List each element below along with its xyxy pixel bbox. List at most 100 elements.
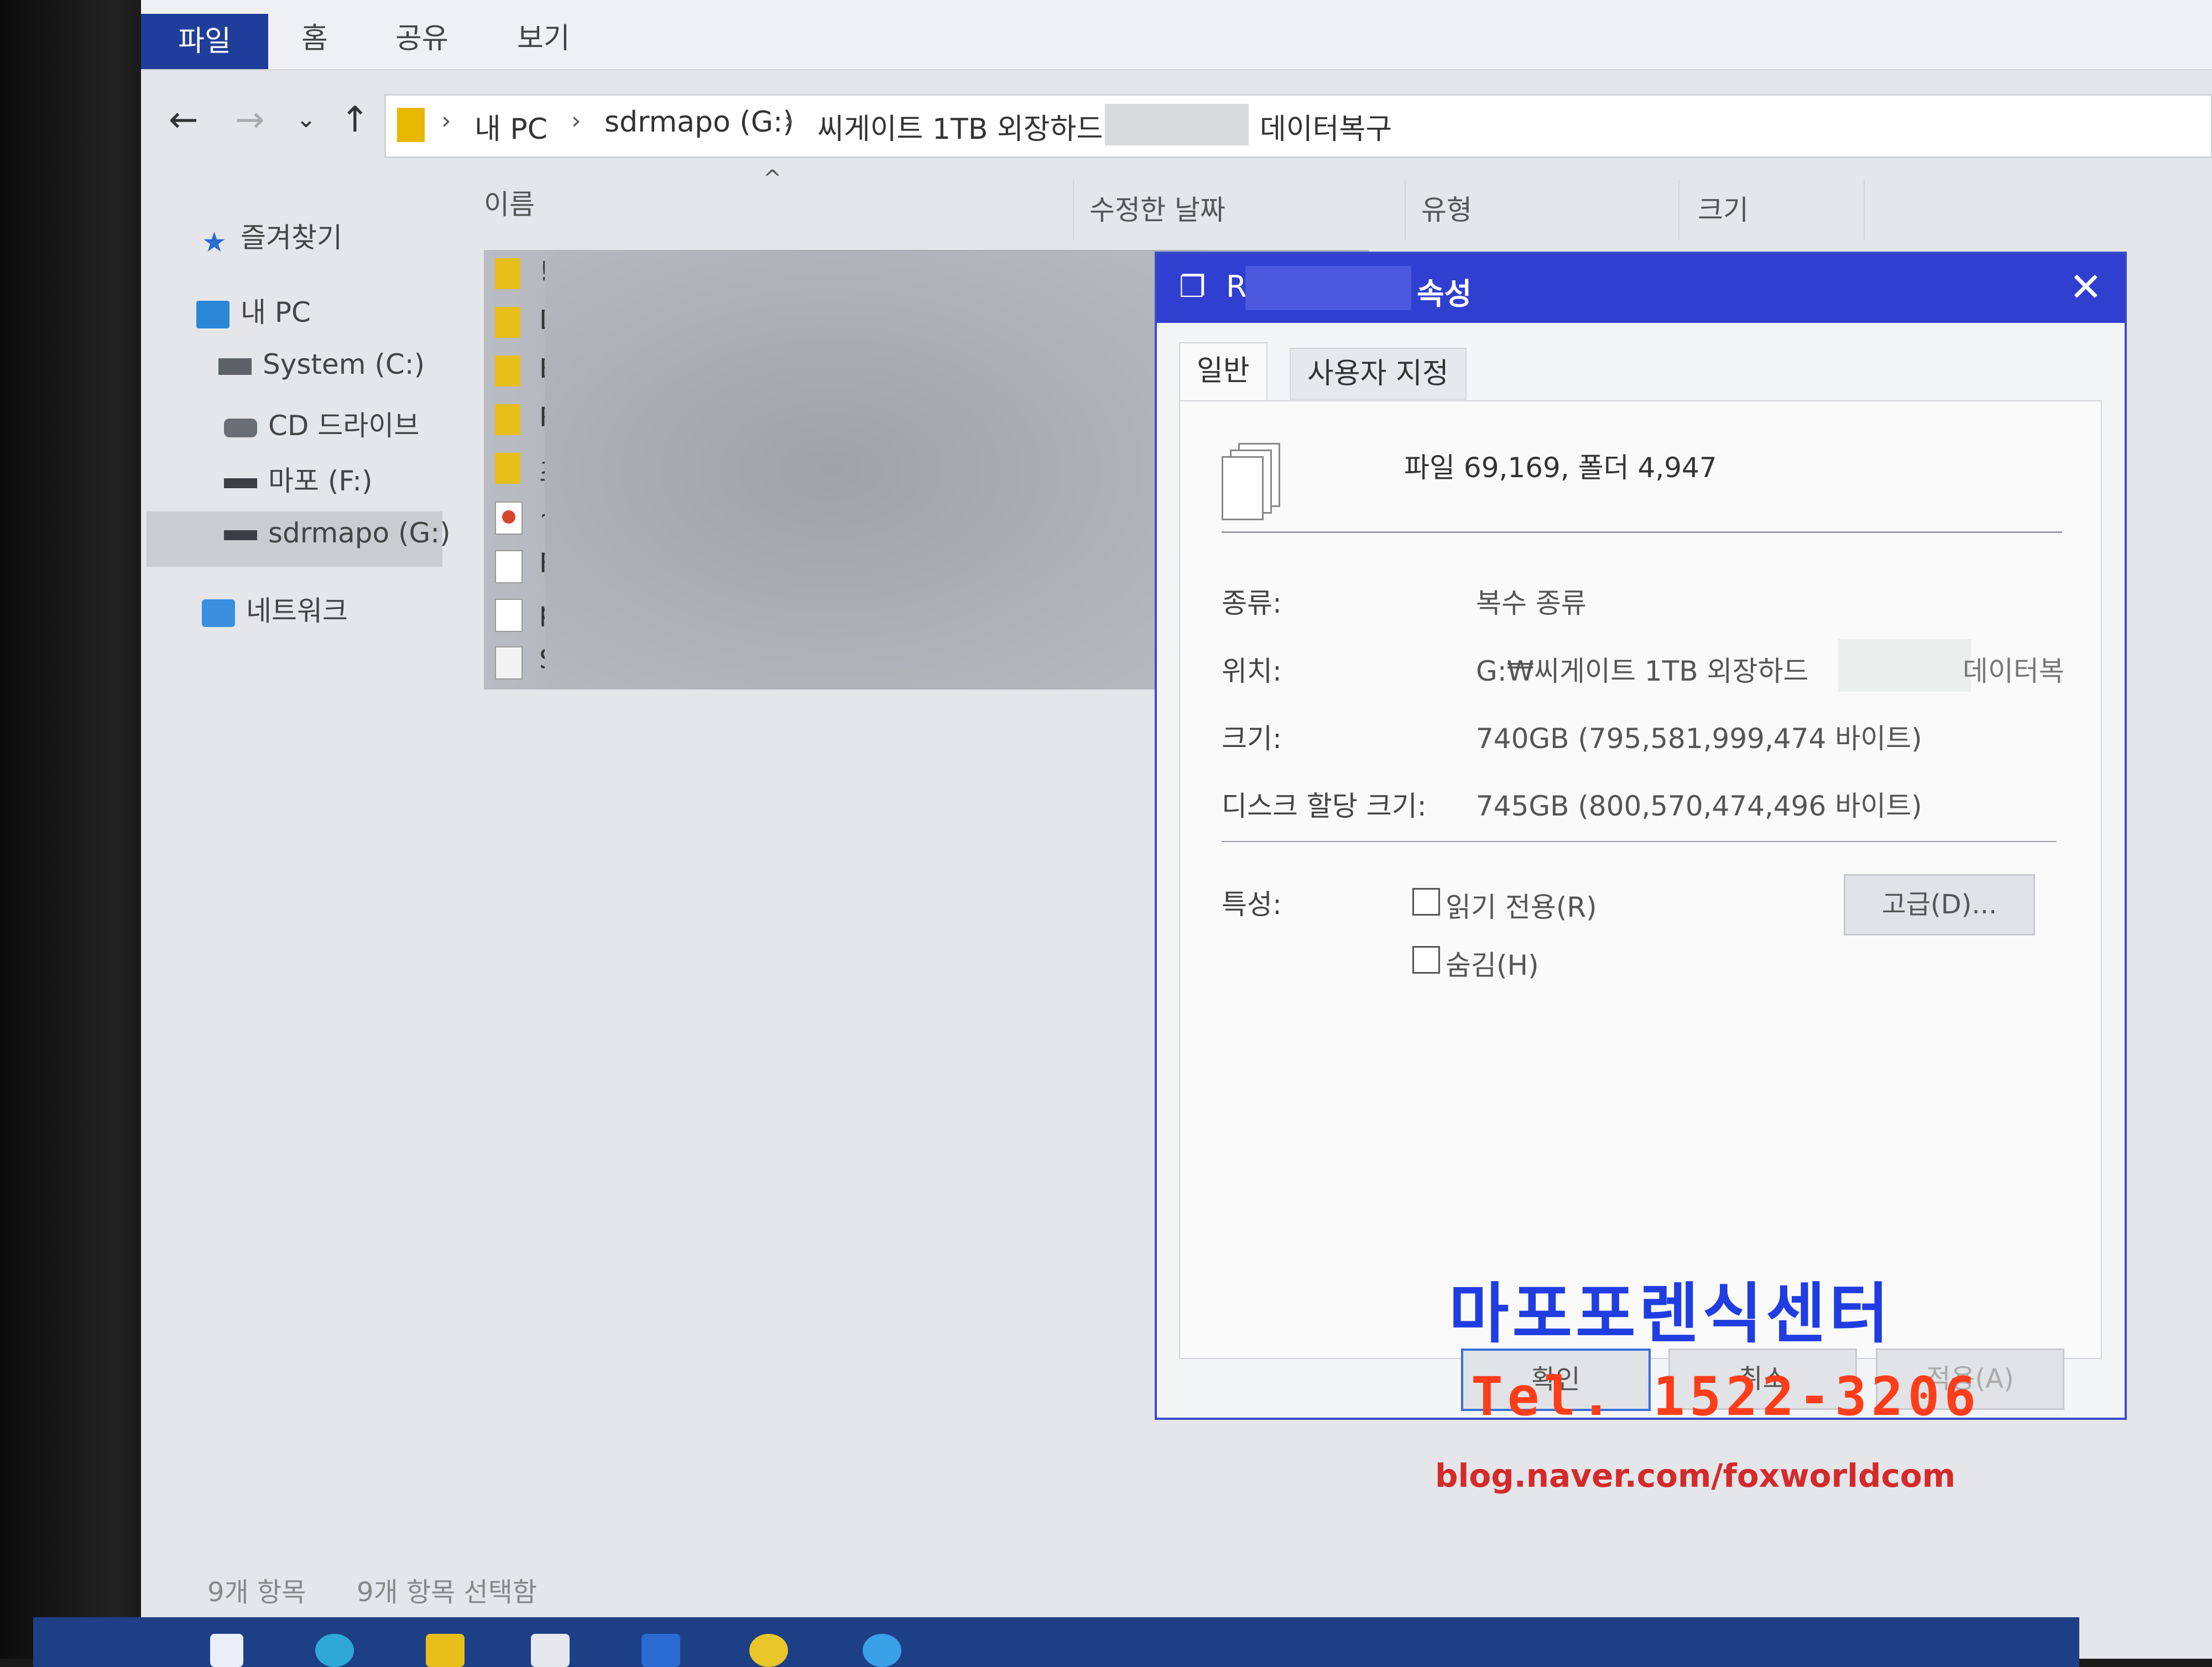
nav-item-label: 네트워크	[246, 595, 348, 627]
edge-icon[interactable]	[315, 1634, 354, 1667]
arrow-up-icon[interactable]: ↑	[340, 100, 370, 140]
folder-icon	[495, 356, 520, 386]
ribbon-tab-file[interactable]: 파일	[141, 14, 268, 69]
breadcrumb-separator-icon: ›	[784, 107, 794, 135]
column-header-size[interactable]: 크기	[1698, 188, 1749, 228]
nav-item-favorites[interactable]: ★ 즐겨찾기	[202, 216, 342, 258]
files-icon: ❐	[1179, 269, 1206, 304]
column-header-date[interactable]: 수정한 날짜	[1089, 188, 1225, 228]
nav-item-label: CD 드라이브	[268, 410, 420, 442]
disk-size-value: 745GB (800,570,474,496 바이트)	[1476, 790, 1922, 822]
breadcrumb-current[interactable]: 데이터복구	[1260, 106, 1392, 147]
nav-item-mapo-f[interactable]: 마포 (F:)	[224, 459, 373, 499]
navigation-pane: ★ 즐겨찾기 내 PC System (C:) CD 드라이브 마포 (F:) s…	[141, 171, 451, 1554]
folder-icon	[397, 108, 425, 142]
folder-icon	[495, 404, 520, 435]
hidden-label: 숨김(H)	[1446, 949, 1539, 981]
size-label: 크기:	[1222, 723, 1282, 755]
general-panel: 파일 69,169, 폴더 4,947 종류: 복수 종류 위치: G:₩씨게이…	[1179, 400, 2102, 1359]
status-selected-count: 9개 항목 선택함	[357, 1577, 538, 1608]
arrow-right-icon[interactable]: →	[235, 100, 265, 140]
column-header-type[interactable]: 유형	[1421, 188, 1472, 228]
type-label: 종류:	[1222, 587, 1282, 619]
nav-item-label: sdrmapo (G:)	[268, 517, 451, 549]
app-file-icon	[495, 501, 523, 535]
computer-icon	[196, 300, 229, 328]
disk-size-label: 디스크 할당 크기:	[1222, 790, 1427, 822]
windows-start-icon[interactable]	[210, 1634, 243, 1667]
network-icon	[202, 599, 235, 627]
breadcrumb-separator-icon: ›	[441, 107, 451, 135]
breadcrumb-my-pc[interactable]: 내 PC	[474, 106, 547, 147]
media-player-icon[interactable]	[749, 1634, 788, 1667]
navigation-bar: ← → ⌄ ↑ › 내 PC › sdrmapo (G:) › 씨게이트 1TB…	[141, 88, 2212, 160]
dialog-title: 속성	[1417, 276, 1472, 311]
folder-icon	[495, 307, 520, 338]
attributes-label: 특성:	[1222, 889, 1282, 921]
column-header-name[interactable]: 이름	[484, 182, 535, 222]
star-icon: ★	[202, 226, 227, 258]
properties-dialog: ❐ R 속성 ✕ 일반 사용자 지정 파일 69,169, 폴더 4,947 종…	[1155, 252, 2127, 1420]
status-item-count: 9개 항목	[207, 1577, 306, 1608]
redacted-area	[545, 252, 1181, 688]
readonly-checkbox[interactable]	[1412, 888, 1440, 916]
nav-item-network[interactable]: 네트워크	[202, 589, 348, 629]
store-icon[interactable]	[531, 1634, 570, 1667]
folder-icon	[495, 258, 520, 289]
drive-icon	[218, 358, 252, 375]
ribbon-tab-home[interactable]: 홈	[301, 11, 328, 66]
nav-item-label: System (C:)	[263, 348, 425, 380]
dialog-title-prefix: R	[1226, 269, 1247, 304]
file-explorer-icon[interactable]	[426, 1634, 465, 1667]
type-value: 복수 종류	[1476, 587, 1587, 619]
watermark-tel: Tel. 1522-3206	[1471, 1366, 1981, 1428]
file-icon	[495, 550, 523, 583]
folder-icon	[495, 453, 520, 484]
nav-item-my-pc[interactable]: 내 PC	[196, 290, 311, 330]
location-value: G:₩씨게이트 1TB 외장하드	[1476, 655, 1809, 687]
breadcrumb-drive[interactable]: sdrmapo (G:)	[604, 106, 794, 139]
arrow-left-icon[interactable]: ←	[169, 100, 199, 140]
watermark-blog: blog.naver.com/foxworldcom	[1435, 1457, 1956, 1494]
redacted-area	[1105, 104, 1249, 145]
column-divider[interactable]	[1864, 180, 1865, 241]
watermark-name: 마포포렌식센터	[1449, 1276, 1892, 1352]
ribbon: 파일 홈 공유 보기	[141, 0, 2212, 70]
mail-icon[interactable]	[641, 1634, 680, 1667]
file-icon	[495, 599, 523, 632]
close-icon[interactable]: ✕	[2069, 264, 2103, 310]
ribbon-tab-view[interactable]: 보기	[517, 11, 570, 66]
sort-chevron-icon: ^	[763, 166, 782, 191]
file-folder-summary: 파일 69,169, 폴더 4,947	[1404, 452, 1717, 484]
nav-item-label: 마포 (F:)	[268, 465, 373, 497]
cd-drive-icon	[224, 418, 257, 437]
address-bar[interactable]: › 내 PC › sdrmapo (G:) › 씨게이트 1TB 외장하드 데이…	[384, 94, 2212, 158]
column-divider[interactable]	[1405, 180, 1406, 241]
nav-item-system-c[interactable]: System (C:)	[218, 348, 425, 380]
text-file-icon	[495, 646, 523, 680]
redacted-area	[1838, 639, 1971, 692]
dialog-titlebar[interactable]: ❐ R 속성 ✕	[1157, 254, 2125, 323]
size-value: 740GB (795,581,999,474 바이트)	[1476, 723, 1922, 755]
nav-item-cd-drive[interactable]: CD 드라이브	[224, 404, 419, 443]
location-label: 위치:	[1222, 655, 1282, 687]
multiple-files-icon	[1222, 443, 1280, 520]
redacted-area	[1245, 266, 1411, 310]
tab-customize[interactable]: 사용자 지정	[1290, 348, 1467, 400]
nav-item-label: 즐겨찾기	[241, 222, 342, 254]
divider	[1222, 531, 2062, 533]
location-value-suffix: 데이터복	[1963, 655, 2064, 687]
breadcrumb-folder[interactable]: 씨게이트 1TB 외장하드	[817, 106, 1103, 147]
chevron-down-icon[interactable]: ⌄	[296, 105, 316, 133]
hidden-checkbox[interactable]	[1412, 946, 1440, 974]
column-divider[interactable]	[1073, 180, 1074, 241]
column-divider[interactable]	[1678, 180, 1679, 241]
nav-item-sdrmapo-g[interactable]: sdrmapo (G:)	[224, 517, 451, 549]
advanced-button[interactable]: 고급(D)...	[1844, 874, 2035, 936]
nav-item-label: 내 PC	[241, 296, 311, 328]
internet-explorer-icon[interactable]	[863, 1634, 901, 1667]
tab-general[interactable]: 일반	[1179, 342, 1267, 403]
drive-icon	[224, 530, 257, 540]
ribbon-tab-share[interactable]: 공유	[395, 11, 448, 66]
breadcrumb-separator-icon: ›	[571, 107, 581, 135]
